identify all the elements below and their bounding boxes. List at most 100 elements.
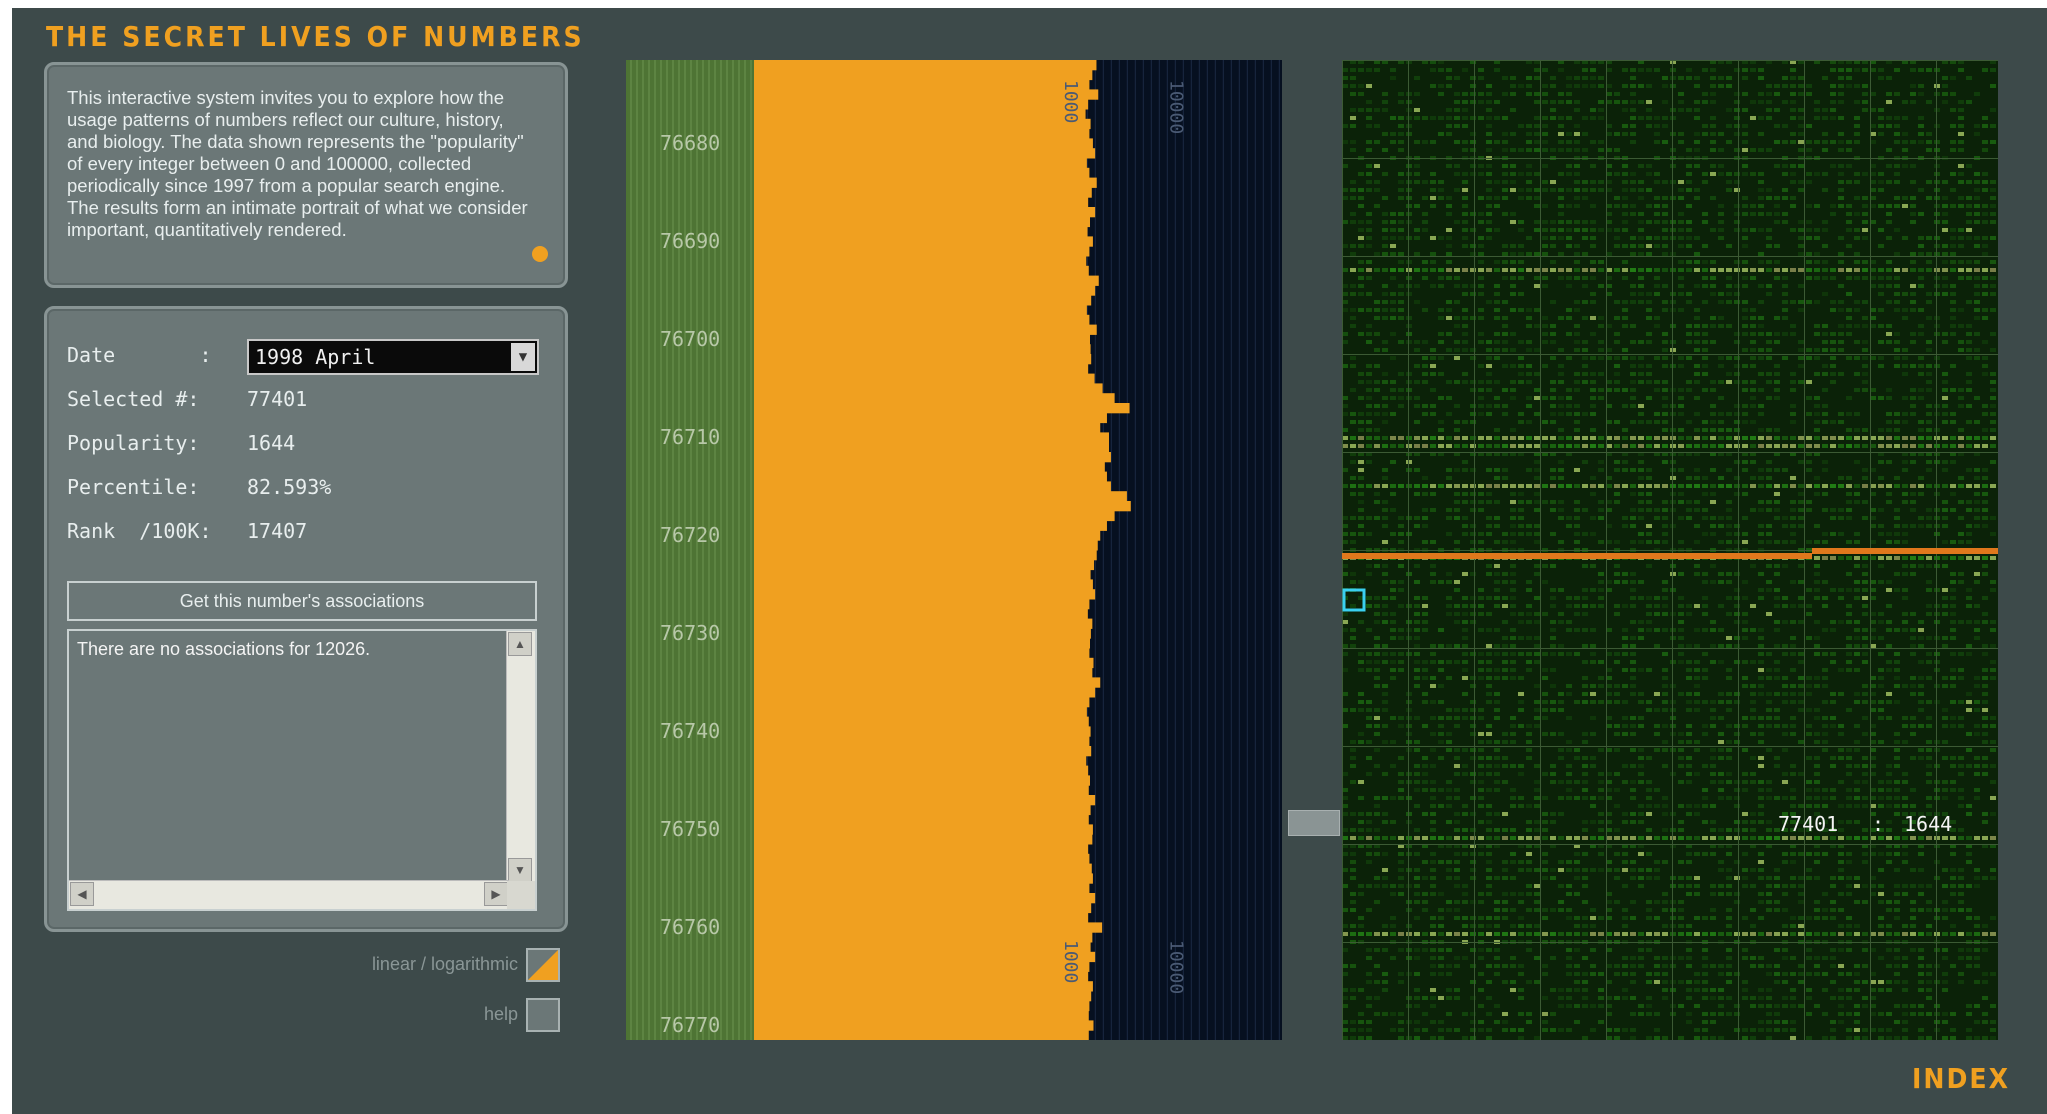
bar[interactable] xyxy=(754,295,1092,306)
bar[interactable] xyxy=(754,393,1115,404)
bar[interactable] xyxy=(754,932,1093,943)
bar[interactable] xyxy=(754,148,1096,159)
bar[interactable] xyxy=(754,628,1091,639)
bar[interactable] xyxy=(754,481,1111,492)
scroll-up-icon[interactable]: ▲ xyxy=(508,632,532,656)
scroll-left-icon[interactable]: ◀ xyxy=(70,882,94,906)
bar[interactable] xyxy=(754,677,1101,688)
bar[interactable] xyxy=(754,530,1101,541)
bar[interactable] xyxy=(754,726,1091,737)
bar[interactable] xyxy=(754,648,1090,659)
orange-dot-icon[interactable] xyxy=(532,246,548,262)
date-select[interactable]: 1998 April ▼ xyxy=(247,339,539,375)
bar[interactable] xyxy=(754,942,1091,953)
bar[interactable] xyxy=(754,354,1092,365)
bar[interactable] xyxy=(754,461,1105,473)
bar[interactable] xyxy=(754,540,1098,551)
get-associations-button[interactable]: Get this number's associations xyxy=(67,581,537,621)
bar[interactable] xyxy=(754,814,1089,825)
chevron-down-icon[interactable]: ▼ xyxy=(511,343,535,371)
bar[interactable] xyxy=(754,804,1091,816)
horizontal-scrollbar[interactable]: ◀ ▶ xyxy=(69,880,509,909)
bar[interactable] xyxy=(754,324,1097,335)
associations-textarea[interactable]: There are no associations for 12026. ▲ ▼… xyxy=(67,629,537,911)
bar[interactable] xyxy=(754,344,1091,355)
bar[interactable] xyxy=(754,746,1092,757)
bar[interactable] xyxy=(754,452,1111,463)
bar[interactable] xyxy=(754,491,1127,502)
bar[interactable] xyxy=(754,246,1090,257)
bar[interactable] xyxy=(754,363,1089,375)
bar[interactable] xyxy=(754,589,1096,600)
bar[interactable] xyxy=(754,432,1109,443)
bar[interactable] xyxy=(754,971,1089,982)
bar[interactable] xyxy=(754,873,1093,884)
bar[interactable] xyxy=(754,118,1091,130)
bar[interactable] xyxy=(754,922,1103,933)
bar[interactable] xyxy=(754,177,1097,188)
bar[interactable] xyxy=(754,902,1092,914)
bar[interactable] xyxy=(754,60,1097,71)
bar[interactable] xyxy=(754,706,1087,718)
bar[interactable] xyxy=(754,981,1093,992)
bar[interactable] xyxy=(754,403,1130,414)
bar[interactable] xyxy=(754,138,1093,149)
bar[interactable] xyxy=(754,991,1092,1002)
bar[interactable] xyxy=(754,69,1093,81)
bar[interactable] xyxy=(754,187,1092,198)
bar[interactable] xyxy=(754,697,1090,708)
bar[interactable] xyxy=(754,226,1088,237)
bar[interactable] xyxy=(754,334,1090,345)
bar[interactable] xyxy=(754,520,1107,531)
bar[interactable] xyxy=(754,197,1089,208)
bar[interactable] xyxy=(754,599,1090,610)
scroll-down-icon[interactable]: ▼ xyxy=(508,858,532,882)
bar[interactable] xyxy=(754,109,1086,120)
bar[interactable] xyxy=(754,765,1089,776)
bar[interactable] xyxy=(754,501,1131,512)
bar[interactable] xyxy=(754,207,1096,218)
bar[interactable] xyxy=(754,1020,1094,1031)
bar[interactable] xyxy=(754,216,1090,228)
bar[interactable] xyxy=(754,471,1107,482)
bar[interactable] xyxy=(754,79,1090,90)
bar[interactable] xyxy=(754,883,1090,894)
bar[interactable] xyxy=(754,834,1093,845)
vertical-scrollbar[interactable]: ▲ ▼ xyxy=(506,631,535,883)
bar[interactable] xyxy=(754,550,1097,561)
bar[interactable] xyxy=(754,1030,1089,1040)
bar[interactable] xyxy=(754,795,1096,806)
bar[interactable] xyxy=(754,510,1115,522)
bar[interactable] xyxy=(754,716,1089,727)
bar[interactable] xyxy=(754,412,1107,424)
bar[interactable] xyxy=(754,638,1090,649)
bar[interactable] xyxy=(754,893,1096,904)
bar[interactable] xyxy=(754,1010,1089,1021)
bar[interactable] xyxy=(754,373,1095,384)
bar[interactable] xyxy=(754,608,1088,620)
bar[interactable] xyxy=(754,736,1090,747)
bar[interactable] xyxy=(754,99,1089,110)
scroll-right-icon[interactable]: ▶ xyxy=(484,882,508,906)
bar[interactable] xyxy=(754,442,1109,453)
bar[interactable] xyxy=(754,824,1093,835)
bar[interactable] xyxy=(754,853,1090,865)
bar[interactable] xyxy=(754,422,1101,433)
bar[interactable] xyxy=(754,951,1096,963)
bar[interactable] xyxy=(754,158,1087,169)
bar[interactable] xyxy=(754,657,1094,669)
bar[interactable] xyxy=(754,167,1090,179)
bar[interactable] xyxy=(754,256,1087,267)
bar[interactable] xyxy=(754,285,1096,296)
bar[interactable] xyxy=(754,667,1093,678)
bar[interactable] xyxy=(754,755,1087,767)
bar[interactable] xyxy=(754,863,1092,874)
bar[interactable] xyxy=(754,569,1091,580)
bar[interactable] xyxy=(754,383,1103,394)
bar[interactable] xyxy=(754,618,1093,629)
bar[interactable] xyxy=(754,785,1089,796)
bar[interactable] xyxy=(754,844,1089,855)
bar[interactable] xyxy=(754,579,1093,590)
bar[interactable] xyxy=(754,275,1099,286)
bar[interactable] xyxy=(754,961,1090,972)
